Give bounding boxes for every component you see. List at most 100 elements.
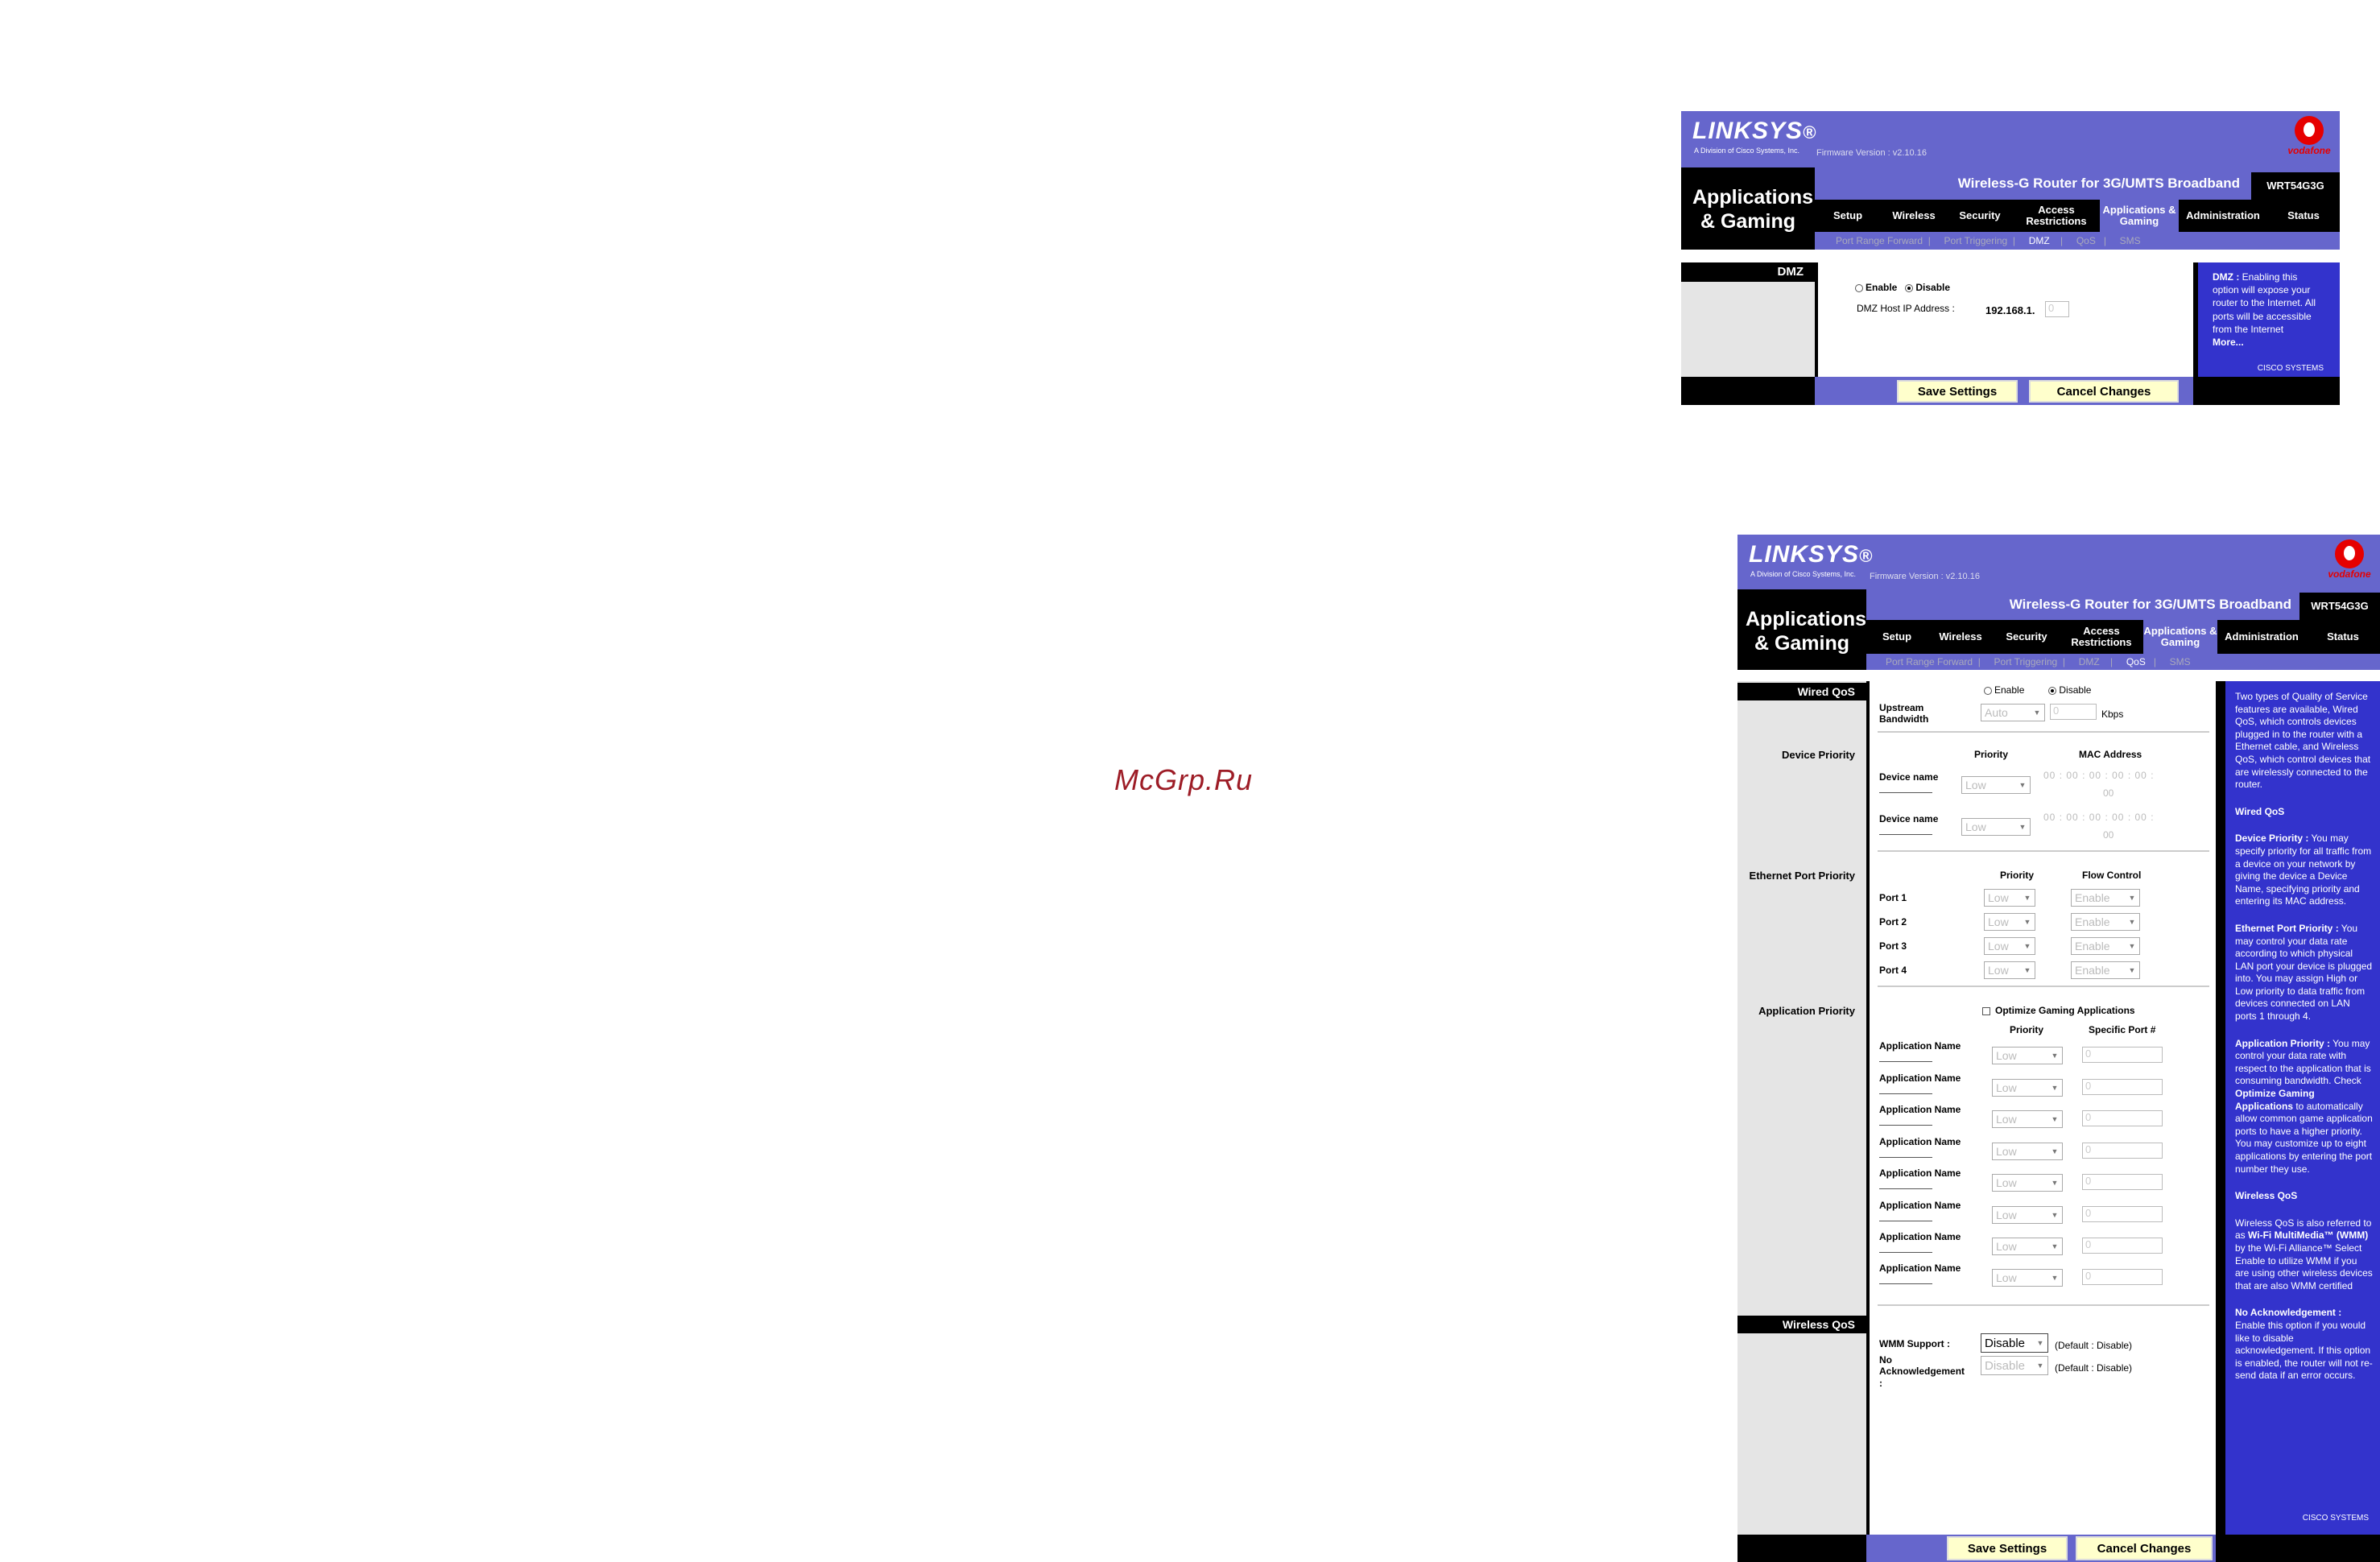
divider — [1878, 731, 2209, 733]
sub-nav: Port Range Forward | Port Triggering | D… — [1815, 232, 2340, 250]
subtab-port-triggering[interactable]: Port Triggering — [1994, 656, 2058, 667]
application-priority-select[interactable]: Low — [1992, 1110, 2063, 1128]
subtab-sms[interactable]: SMS — [2120, 235, 2141, 246]
application-name-label: Application Name — [1879, 1072, 1961, 1084]
subtab-qos[interactable]: QoS — [2126, 656, 2146, 667]
port-label: Port 2 — [1879, 916, 1907, 928]
subtab-port-triggering[interactable]: Port Triggering — [1944, 235, 2008, 246]
cancel-changes-button[interactable]: Cancel Changes — [2076, 1536, 2213, 1560]
device-name-input[interactable] — [1879, 834, 1932, 835]
application-port-input[interactable]: 0 — [2082, 1238, 2163, 1254]
port-flow-control-select[interactable]: Enable — [2071, 961, 2140, 979]
application-priority-select[interactable]: Low — [1992, 1238, 2063, 1255]
application-name-input[interactable] — [1879, 1252, 1932, 1253]
dmz-panel: LINKSYS® A Division of Cisco Systems, In… — [1681, 111, 2340, 405]
port-priority-select[interactable]: Low — [1984, 889, 2035, 907]
subtab-port-range-forward[interactable]: Port Range Forward — [1836, 235, 1923, 246]
port-flow-control-select[interactable]: Enable — [2071, 889, 2140, 907]
port-priority-select[interactable]: Low — [1984, 913, 2035, 931]
tab-access-restrictions[interactable]: Access Restrictions — [2013, 200, 2100, 232]
subtab-dmz[interactable]: DMZ — [2029, 235, 2050, 246]
subtab-dmz[interactable]: DMZ — [2079, 656, 2100, 667]
application-priority-select[interactable]: Low — [1992, 1047, 2063, 1064]
subtab-qos[interactable]: QoS — [2076, 235, 2096, 246]
firmware-version: Firmware Version : v2.10.16 — [1870, 572, 1980, 581]
tab-access-restrictions[interactable]: Access Restrictions — [2060, 620, 2143, 654]
application-name-label: Application Name — [1879, 1262, 1961, 1274]
tab-wireless[interactable]: Wireless — [1928, 620, 1994, 654]
mac-address-fields[interactable]: 00 : 00 : 00 : 00 : 00 : — [2043, 770, 2155, 781]
device-name-label: Device name — [1879, 813, 1939, 824]
tab-administration[interactable]: Administration — [2179, 200, 2267, 232]
application-priority-select[interactable]: Low — [1992, 1079, 2063, 1097]
cancel-changes-button[interactable]: Cancel Changes — [2029, 380, 2179, 403]
port-flow-control-select[interactable]: Enable — [2071, 913, 2140, 931]
port-priority-select[interactable]: Low — [1984, 937, 2035, 955]
application-port-input[interactable]: 0 — [2082, 1269, 2163, 1285]
tab-wireless[interactable]: Wireless — [1881, 200, 1947, 232]
dmz-ip-last-octet[interactable]: 0 — [2045, 301, 2069, 317]
tab-applications-gaming[interactable]: Applications & Gaming — [2100, 200, 2179, 232]
watermark: McGrp.Ru — [1114, 763, 1254, 796]
port-priority-select[interactable]: Low — [1984, 961, 2035, 979]
application-name-input[interactable] — [1879, 1157, 1932, 1158]
cisco-logo: CISCO SYSTEMS — [2302, 1514, 2369, 1523]
linksys-logo: LINKSYS® — [1692, 118, 1817, 144]
section-title-wireless-qos: Wireless QoS — [1737, 1316, 1866, 1333]
application-port-input[interactable]: 0 — [2082, 1174, 2163, 1190]
main-nav: Setup Wireless Security Access Restricti… — [1866, 620, 2380, 654]
upstream-bandwidth-select[interactable]: Auto — [1981, 704, 2045, 721]
application-port-input[interactable]: 0 — [2082, 1110, 2163, 1126]
brand-bar: LINKSYS® A Division of Cisco Systems, In… — [1681, 111, 2340, 167]
tab-setup[interactable]: Setup — [1866, 620, 1928, 654]
dmz-enable-radio[interactable]: Enable — [1855, 282, 1897, 293]
page-title: Applications & Gaming — [1681, 167, 1815, 250]
port-flow-control-select[interactable]: Enable — [2071, 937, 2140, 955]
application-name-input[interactable] — [1879, 1061, 1932, 1062]
device-priority-select[interactable]: Low — [1961, 818, 2031, 836]
application-port-input[interactable]: 0 — [2082, 1143, 2163, 1159]
application-name-label: Application Name — [1879, 1104, 1961, 1115]
dmz-disable-radio[interactable]: Disable — [1905, 282, 1950, 293]
no-acknowledgement-label: No Acknowledgement : — [1879, 1354, 1965, 1389]
logo-subtitle: A Division of Cisco Systems, Inc. — [1694, 147, 1800, 155]
application-port-input[interactable]: 0 — [2082, 1047, 2163, 1063]
tab-status[interactable]: Status — [2267, 200, 2340, 232]
wired-qos-disable-radio[interactable]: Disable — [2048, 684, 2091, 696]
tab-security[interactable]: Security — [1947, 200, 2013, 232]
optimize-gaming-checkbox[interactable]: Optimize Gaming Applications — [1982, 1005, 2135, 1016]
wired-qos-radios: Enable Disable — [1984, 684, 2091, 696]
upstream-bandwidth-input[interactable]: 0 — [2050, 704, 2097, 720]
application-priority-select[interactable]: Low — [1992, 1174, 2063, 1192]
subtab-sms[interactable]: SMS — [2170, 656, 2191, 667]
no-acknowledgement-select[interactable]: Disable — [1981, 1356, 2048, 1375]
tab-administration[interactable]: Administration — [2217, 620, 2306, 654]
application-name-input[interactable] — [1879, 1188, 1932, 1189]
device-name-input[interactable] — [1879, 792, 1932, 793]
tab-setup[interactable]: Setup — [1815, 200, 1881, 232]
mac-last-octet[interactable]: 00 — [2103, 787, 2113, 799]
mac-address-fields[interactable]: 00 : 00 : 00 : 00 : 00 : — [2043, 812, 2155, 823]
wmm-support-select[interactable]: Disable — [1981, 1333, 2048, 1353]
section-title-dmz: DMZ — [1681, 262, 1815, 282]
application-port-input[interactable]: 0 — [2082, 1206, 2163, 1222]
wired-qos-enable-radio[interactable]: Enable — [1984, 684, 2024, 696]
application-name-input[interactable] — [1879, 1093, 1932, 1094]
application-priority-select[interactable]: Low — [1992, 1269, 2063, 1287]
application-priority-select[interactable]: Low — [1992, 1143, 2063, 1160]
application-priority-select[interactable]: Low — [1992, 1206, 2063, 1224]
application-name-input[interactable] — [1879, 1125, 1932, 1126]
application-name-input[interactable] — [1879, 1283, 1932, 1284]
device-priority-select[interactable]: Low — [1961, 776, 2031, 794]
subtab-port-range-forward[interactable]: Port Range Forward — [1886, 656, 1973, 667]
application-port-input[interactable]: 0 — [2082, 1079, 2163, 1095]
vodafone-logo: vodafone — [2324, 539, 2375, 581]
priority-header: Priority — [1974, 749, 2009, 760]
save-settings-button[interactable]: Save Settings — [1947, 1536, 2068, 1560]
tab-applications-gaming[interactable]: Applications & Gaming — [2143, 620, 2217, 654]
save-settings-button[interactable]: Save Settings — [1897, 380, 2018, 403]
mac-last-octet[interactable]: 00 — [2103, 829, 2113, 841]
more-link[interactable]: More... — [2213, 337, 2244, 348]
tab-status[interactable]: Status — [2306, 620, 2380, 654]
tab-security[interactable]: Security — [1994, 620, 2060, 654]
